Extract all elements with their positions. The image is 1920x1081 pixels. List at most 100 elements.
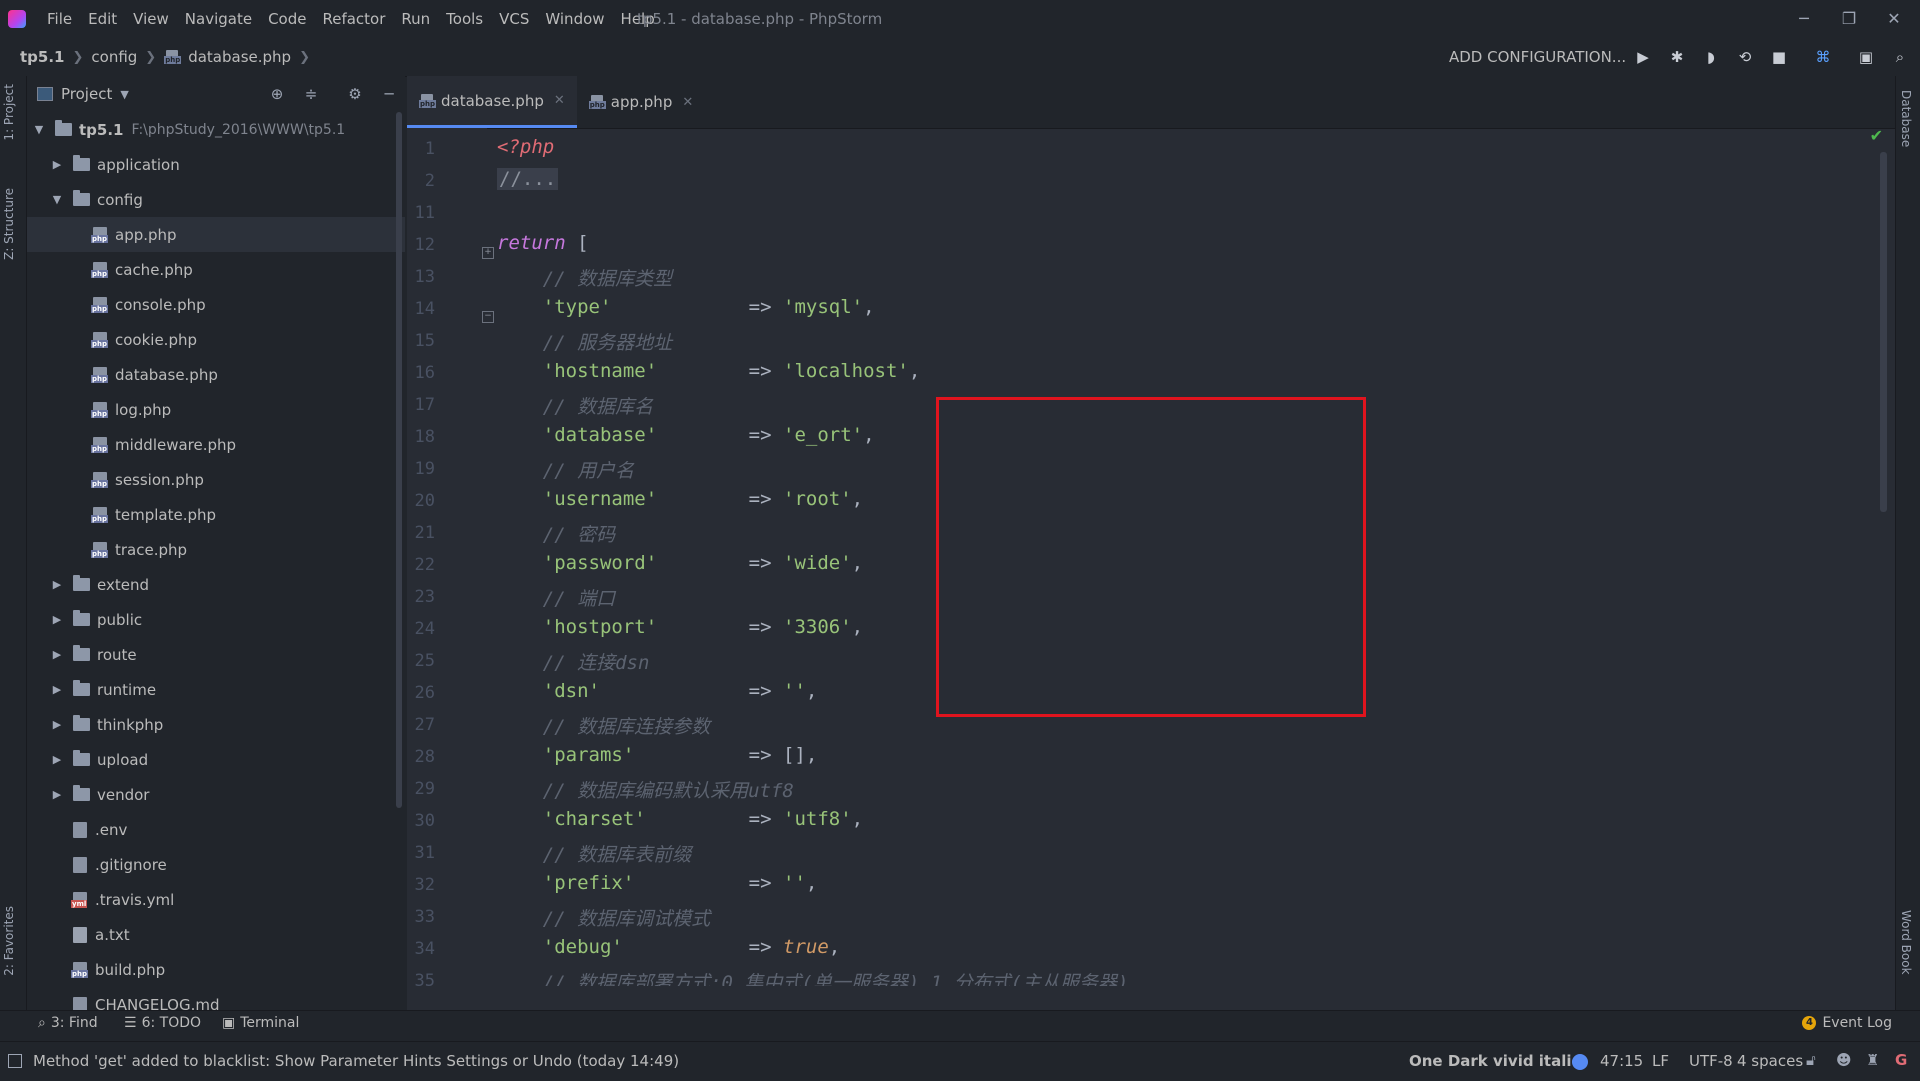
chevron-right-icon[interactable]: ▶ <box>51 613 63 626</box>
editor-scrollbar[interactable] <box>1880 152 1887 512</box>
code-line[interactable]: // 数据库编码默认采用utf8 <box>497 776 794 803</box>
menu-item-navigate[interactable]: Navigate <box>177 10 260 28</box>
breadcrumb-file[interactable]: database.php <box>188 48 291 66</box>
tree-item[interactable]: ▶ thinkphp <box>27 707 405 742</box>
terminal-tool-tab[interactable]: ▣ Terminal <box>222 1015 299 1031</box>
chevron-right-icon[interactable]: ▶ <box>51 753 63 766</box>
menu-item-vcs[interactable]: VCS <box>491 10 537 28</box>
indent-setting[interactable]: 4 spaces <box>1737 1052 1803 1070</box>
chevron-right-icon[interactable]: ▶ <box>51 648 63 661</box>
tree-item[interactable]: ▶ runtime <box>27 672 405 707</box>
chevron-right-icon[interactable]: ▶ <box>51 718 63 731</box>
tree-item[interactable]: middleware.php <box>27 427 405 462</box>
code-line[interactable]: 'dsn' => '', <box>497 680 818 702</box>
restore-button[interactable]: ❐ <box>1836 6 1862 32</box>
minimize-button[interactable]: ─ <box>1791 6 1817 32</box>
tree-item[interactable]: ▶ upload <box>27 742 405 777</box>
tree-item[interactable]: log.php <box>27 392 405 427</box>
code-line[interactable]: // 数据库连接参数 <box>497 712 710 739</box>
code-line[interactable]: //... <box>497 168 559 190</box>
menu-item-code[interactable]: Code <box>260 10 314 28</box>
structure-tool-tab[interactable]: Z: Structure <box>2 188 16 260</box>
search-everywhere-icon[interactable]: ⌕ <box>1887 44 1913 70</box>
tree-item[interactable]: .gitignore <box>27 847 405 882</box>
code-line[interactable]: // 数据库部署方式:0 集中式(单一服务器),1 分布式(主从服务器) <box>497 968 1129 986</box>
close-tab-icon[interactable]: ✕ <box>554 93 565 108</box>
tree-root[interactable]: ▼ tp5.1 F:\phpStudy_2016\WWW\tp5.1 <box>27 112 405 147</box>
line-separator[interactable]: LF <box>1652 1052 1669 1070</box>
status-message[interactable]: Method 'get' added to blacklist: Show Pa… <box>33 1052 679 1070</box>
chevron-right-icon[interactable]: ▶ <box>51 158 63 171</box>
hide-panel-icon[interactable]: ─ <box>377 82 401 106</box>
add-configuration-button[interactable]: ADD CONFIGURATION... <box>1437 42 1638 72</box>
collapse-all-icon[interactable]: ≑ <box>299 82 323 106</box>
project-panel-title[interactable]: Project <box>61 85 112 103</box>
find-tool-tab[interactable]: ⌕ 3: Find <box>38 1015 98 1031</box>
chevron-down-icon[interactable]: ▼ <box>120 88 128 101</box>
editor-tab[interactable]: app.php ✕ <box>577 76 705 128</box>
code-line[interactable]: // 数据库名 <box>497 392 653 419</box>
tree-item[interactable]: build.php <box>27 952 405 987</box>
debug-icon[interactable]: ✱ <box>1664 44 1690 70</box>
menu-item-run[interactable]: Run <box>393 10 438 28</box>
code-line[interactable]: 'params' => [], <box>497 744 818 766</box>
caret-position[interactable]: 47:15 <box>1600 1052 1643 1070</box>
tree-item[interactable]: trace.php <box>27 532 405 567</box>
code-line[interactable]: 'hostname' => 'localhost', <box>497 360 921 382</box>
tree-item[interactable]: app.php <box>27 217 405 252</box>
code-line[interactable]: // 连接dsn <box>497 648 650 675</box>
translate-icon[interactable]: ⌘ <box>1810 44 1836 70</box>
hector-icon[interactable]: ☻ <box>1836 1051 1852 1069</box>
file-encoding[interactable]: UTF-8 <box>1689 1052 1733 1070</box>
menu-item-file[interactable]: File <box>39 10 80 28</box>
fold-marker-icon[interactable]: − <box>482 311 494 323</box>
code-line[interactable]: // 数据库调试模式 <box>497 904 710 931</box>
lock-icon[interactable]: 🔓︎ <box>1806 1051 1816 1069</box>
code-line[interactable]: // 端口 <box>497 584 615 611</box>
theme-indicator-icon[interactable] <box>1572 1054 1588 1070</box>
status-toggle-icon[interactable] <box>8 1054 22 1068</box>
menu-item-window[interactable]: Window <box>537 10 612 28</box>
presentation-icon[interactable]: ▣ <box>1853 44 1879 70</box>
tree-item[interactable]: ▶ vendor <box>27 777 405 812</box>
todo-tool-tab[interactable]: ☰ 6: TODO <box>124 1015 201 1031</box>
gear-icon[interactable]: ⚙ <box>343 82 367 106</box>
run-icon[interactable]: ▶ <box>1630 44 1656 70</box>
tree-item[interactable]: cache.php <box>27 252 405 287</box>
breadcrumb-config[interactable]: config <box>91 48 137 66</box>
event-log-tool-tab[interactable]: 4 Event Log <box>1802 1015 1892 1031</box>
chevron-right-icon[interactable]: ▶ <box>51 578 63 591</box>
database-tool-tab[interactable]: Database <box>1899 90 1913 147</box>
menu-item-edit[interactable]: Edit <box>80 10 125 28</box>
breadcrumb-project[interactable]: tp5.1 <box>20 48 64 66</box>
tree-item[interactable]: ▶ application <box>27 147 405 182</box>
code-line[interactable]: 'prefix' => '', <box>497 872 818 894</box>
theme-name[interactable]: One Dark vivid italic <box>1409 1052 1580 1070</box>
menu-item-tools[interactable]: Tools <box>438 10 491 28</box>
chevron-right-icon[interactable]: ▶ <box>51 683 63 696</box>
tree-item[interactable]: a.txt <box>27 917 405 952</box>
code-line[interactable]: 'hostport' => '3306', <box>497 616 863 638</box>
close-tab-icon[interactable]: ✕ <box>682 95 693 110</box>
chevron-down-icon[interactable]: ▼ <box>51 193 63 206</box>
stop-icon[interactable]: ■ <box>1766 44 1792 70</box>
chevron-right-icon[interactable]: ▶ <box>51 788 63 801</box>
google-icon[interactable]: G <box>1895 1051 1907 1069</box>
code-line[interactable]: 'charset' => 'utf8', <box>497 808 863 830</box>
code-line[interactable]: // 用户名 <box>497 456 634 483</box>
tree-item[interactable]: .travis.yml <box>27 882 405 917</box>
coverage-icon[interactable]: ◗ <box>1698 44 1724 70</box>
tree-item[interactable]: ▶ route <box>27 637 405 672</box>
chevron-down-icon[interactable]: ▼ <box>33 123 45 136</box>
code-line[interactable]: return [ <box>497 232 589 254</box>
code-line[interactable]: 'debug' => true, <box>497 936 840 958</box>
menu-item-refactor[interactable]: Refactor <box>314 10 393 28</box>
tree-item[interactable]: ▶ extend <box>27 567 405 602</box>
tree-item[interactable]: template.php <box>27 497 405 532</box>
project-scrollbar[interactable] <box>396 112 402 808</box>
tree-item[interactable]: session.php <box>27 462 405 497</box>
tree-item[interactable]: ▼ config <box>27 182 405 217</box>
code-line[interactable]: 'type' => 'mysql', <box>497 296 875 318</box>
code-line[interactable]: 'database' => 'e_ort', <box>497 424 875 446</box>
project-tool-tab[interactable]: 1: Project <box>2 84 16 141</box>
